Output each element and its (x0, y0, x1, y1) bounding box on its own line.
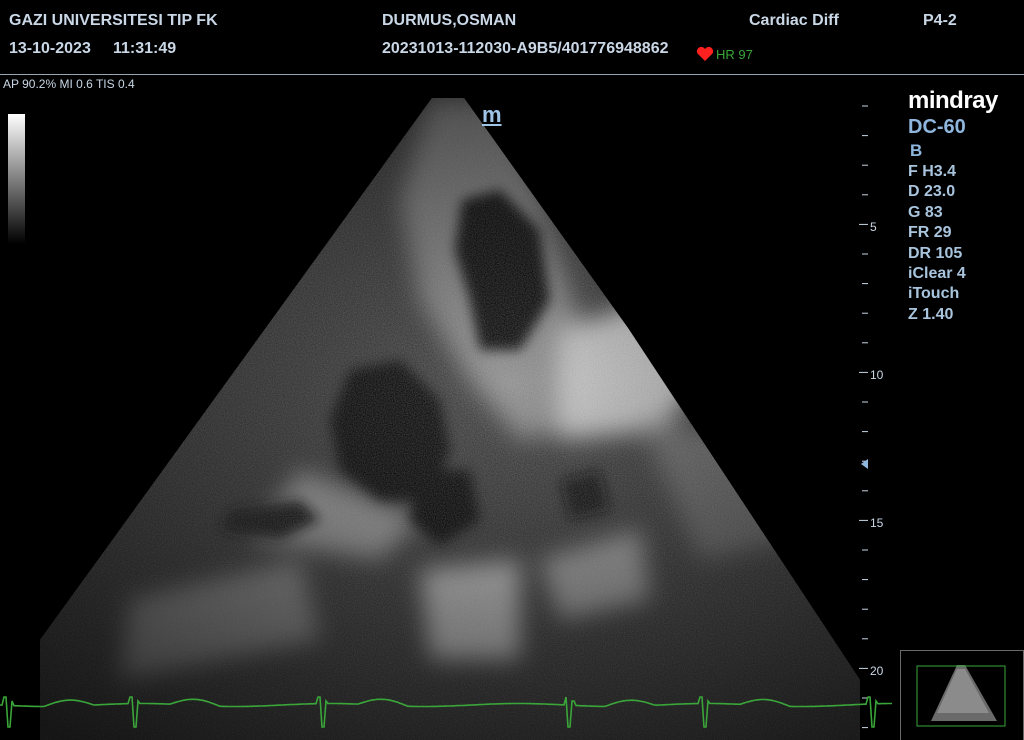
image-thumbnail (900, 650, 1024, 740)
thumbnail-sector (916, 665, 1006, 727)
ecg-trace (0, 696, 892, 728)
ultrasound-screen: GAZI UNIVERSITESI TIP FK 13-10-2023 11:3… (0, 0, 1024, 740)
